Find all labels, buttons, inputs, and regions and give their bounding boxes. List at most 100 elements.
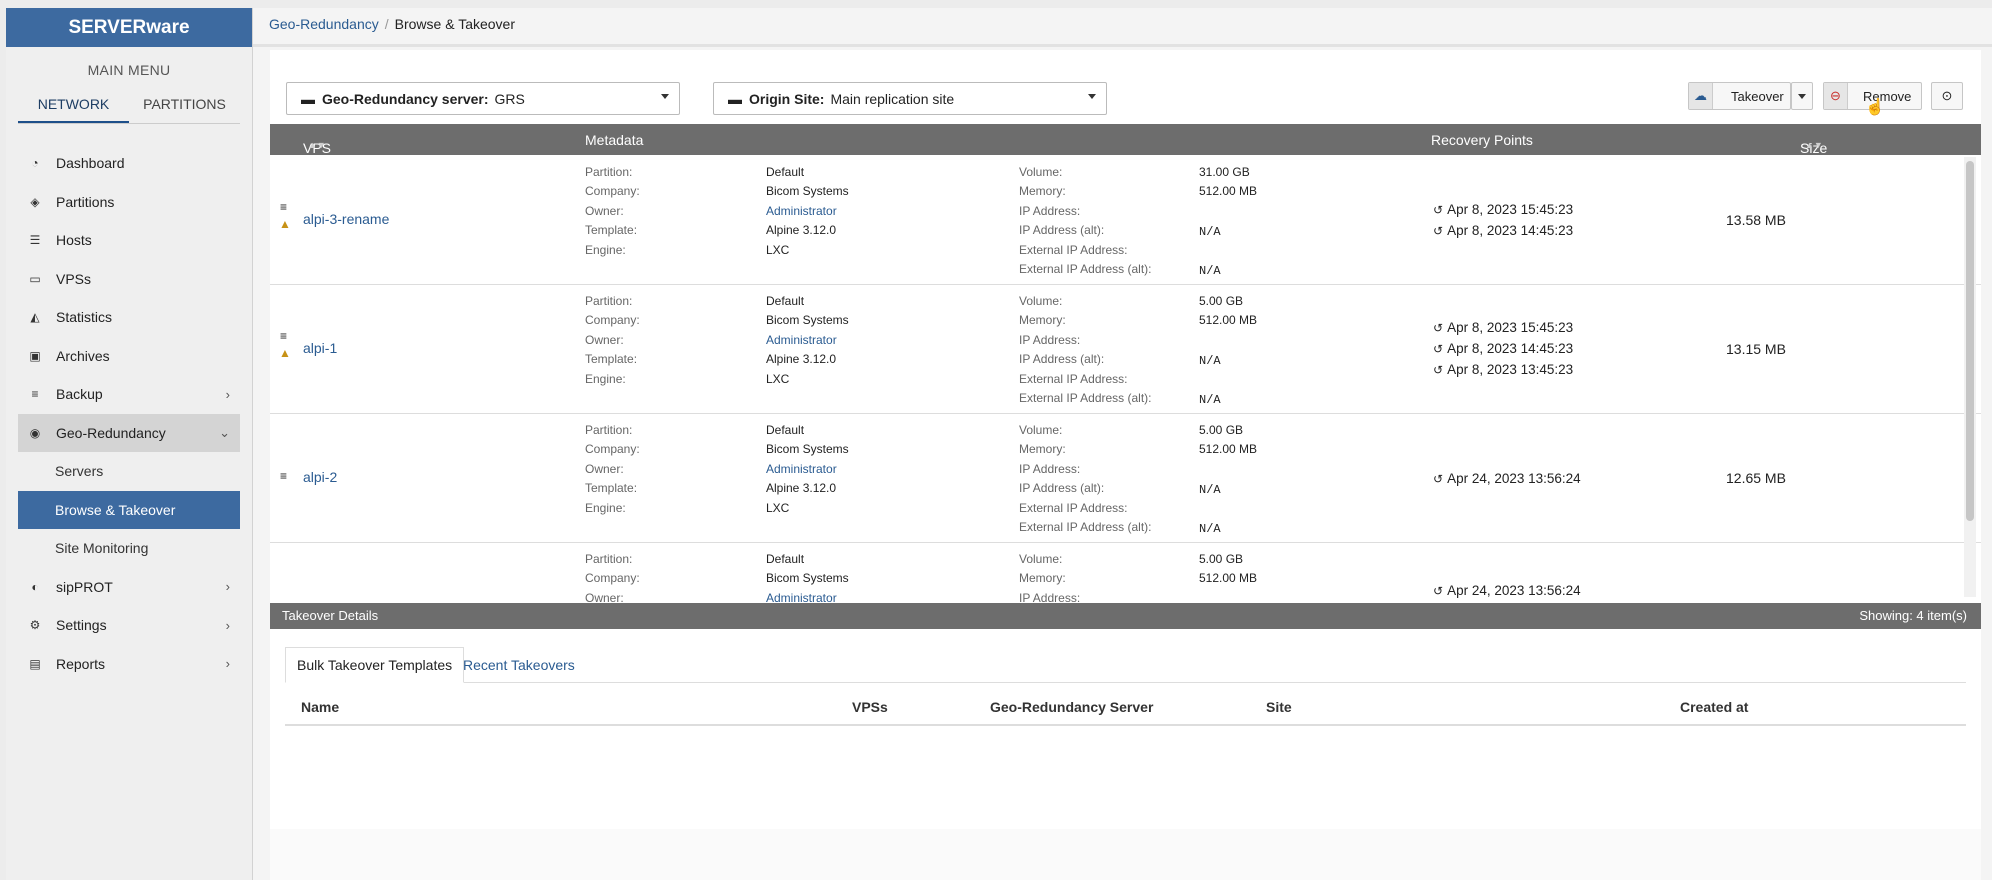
- meta-owner-value[interactable]: Administrator: [766, 589, 837, 602]
- meta-company-value: Bicom Systems: [766, 184, 849, 199]
- sidebar-item-dashboard[interactable]: ◔ Dashboard: [18, 144, 240, 183]
- tab-partitions[interactable]: PARTITIONS: [129, 88, 240, 123]
- tab-recent-takeovers[interactable]: Recent Takeovers: [452, 647, 586, 683]
- sidebar-item-partitions[interactable]: ◈ Partitions: [18, 183, 240, 222]
- nav-tabs: NETWORK PARTITIONS: [18, 88, 240, 124]
- meta-label: Owner:: [585, 332, 624, 347]
- table-row[interactable]: ≡ ▲ alpi-3-rename Partition: Default Company:…: [270, 156, 1981, 285]
- net-label: IP Address (alt):: [1019, 481, 1105, 496]
- table-scrollbar[interactable]: [1964, 157, 1976, 597]
- vps-size: 13.58 MB: [1726, 212, 1786, 228]
- tab-bulk-takeover-templates[interactable]: Bulk Takeover Templates: [285, 647, 465, 683]
- main-content: Geo-Redundancy / Browse & Takeover ▬ Geo…: [253, 8, 1992, 880]
- sidebar-item-geo-redundancy[interactable]: ◉ Geo-Redundancy ⌄: [18, 413, 240, 452]
- table-row[interactable]: ≡ ▲ alpi-1 Partition: Default Company: Bicom S…: [270, 285, 1981, 414]
- vps-name-link[interactable]: alpi-2: [303, 469, 337, 485]
- breadcrumb-current: Browse & Takeover: [394, 16, 515, 32]
- minus-circle-icon: ⊖: [1824, 83, 1848, 109]
- sidebar-item-label: sipPROT: [56, 578, 113, 595]
- sidebar-item-backup[interactable]: ≡ Backup ›: [18, 375, 240, 414]
- meta-company-value: Bicom Systems: [766, 313, 849, 328]
- history-icon: ↺: [1433, 321, 1444, 335]
- sidebar-item-sipprot[interactable]: ◐ sipPROT ›: [18, 568, 240, 607]
- divider: [285, 724, 1966, 726]
- shield-icon: ◐: [31, 579, 39, 594]
- caret-down-icon: [1088, 94, 1096, 99]
- sidebar-item-vpss[interactable]: ▭ VPSs: [18, 260, 240, 299]
- recovery-point[interactable]: ↺ Apr 24, 2023 13:56:24: [1433, 468, 1581, 490]
- sort-icon: ▲▼: [308, 140, 326, 150]
- geo-redundancy-server-select[interactable]: ▬ Geo-Redundancy server: GRS: [286, 82, 680, 115]
- sidebar-item-label: Geo-Redundancy: [56, 424, 166, 441]
- recovery-point[interactable]: ↺ Apr 24, 2023 13:56:24: [1433, 580, 1581, 602]
- history-icon: ↺: [1433, 203, 1444, 217]
- meta-label: Engine:: [585, 371, 626, 386]
- recovery-point[interactable]: ↺ Apr 8, 2023 14:45:23: [1433, 338, 1573, 360]
- tab-network[interactable]: NETWORK: [18, 88, 129, 123]
- net-volume-value: 31.00 GB: [1199, 165, 1250, 179]
- meta-template-value: Alpine 3.12.0: [766, 352, 837, 367]
- net-memory-value: 512.00 MB: [1199, 313, 1258, 328]
- sidebar-subitem-site-monitoring[interactable]: Site Monitoring: [18, 529, 240, 568]
- net-label: IP Address:: [1019, 332, 1081, 347]
- vps-name-link[interactable]: alpi-1: [303, 340, 337, 356]
- net-ip-alt-value: N/A: [1199, 482, 1221, 497]
- meta-label: Partition:: [585, 552, 633, 566]
- recovery-point[interactable]: ↺ Apr 8, 2023 13:45:23: [1433, 359, 1573, 381]
- recovery-point[interactable]: ↺ Apr 8, 2023 15:45:23: [1433, 199, 1573, 221]
- table-row[interactable]: ≡ alpi-2 Partition: Default Company: Bicom Sy…: [270, 414, 1981, 543]
- sidebar-item-archives[interactable]: ▣ Archives: [18, 337, 240, 376]
- sidebar-subitem-servers[interactable]: Servers: [18, 452, 240, 491]
- server-select-value: GRS: [494, 90, 525, 107]
- meta-partition-value: Default: [766, 423, 805, 437]
- brand-logo[interactable]: SERVERware: [6, 8, 252, 47]
- net-label: Memory:: [1019, 184, 1066, 199]
- meta-label: Partition:: [585, 423, 633, 437]
- gears-icon: ⚙: [29, 618, 41, 633]
- meta-label: Company:: [585, 313, 640, 328]
- recovery-point[interactable]: ↺ Apr 8, 2023 14:45:23: [1433, 220, 1573, 242]
- origin-site-select[interactable]: ▬ Origin Site: Main replication site: [713, 82, 1107, 115]
- refresh-button[interactable]: ⊙: [1931, 82, 1963, 110]
- sidebar-item-settings[interactable]: ⚙ Settings ›: [18, 606, 240, 645]
- history-icon: ↺: [1433, 584, 1444, 598]
- main-menu: ◔ Dashboard ◈ Partitions ☰ Hosts ▭ VPSs ◭ Sta…: [6, 144, 252, 683]
- net-label: Volume:: [1019, 294, 1063, 308]
- database-icon: ≡: [280, 469, 288, 483]
- scrollbar-thumb[interactable]: [1966, 161, 1974, 521]
- meta-label: Engine:: [585, 242, 626, 257]
- column-header-recovery-points: Recovery Points: [1431, 132, 1533, 148]
- takeover-dropdown-button[interactable]: [1791, 82, 1813, 110]
- net-label: Memory:: [1019, 313, 1066, 328]
- server-select-label: Geo-Redundancy server:: [322, 90, 489, 107]
- sidebar-item-hosts[interactable]: ☰ Hosts: [18, 221, 240, 260]
- breadcrumb-link-geo-redundancy[interactable]: Geo-Redundancy: [269, 16, 379, 32]
- net-ip-alt-value: N/A: [1199, 224, 1221, 239]
- meta-label: Template:: [585, 481, 638, 496]
- vps-size: 13.15 MB: [1726, 341, 1786, 357]
- meta-label: Owner:: [585, 461, 624, 476]
- column-header-geo-redundancy-server: Geo-Redundancy Server: [990, 699, 1154, 715]
- hosts-icon: ☰: [29, 233, 41, 248]
- meta-owner-value[interactable]: Administrator: [766, 202, 837, 221]
- recovery-point-time: Apr 24, 2023 13:56:24: [1447, 471, 1581, 486]
- panel-footer-area: [270, 829, 1981, 880]
- sidebar-item-label: Reports: [56, 655, 106, 672]
- sidebar-subitem-browse-takeover[interactable]: Browse & Takeover: [18, 490, 240, 529]
- folder-icon: ▬: [301, 90, 315, 107]
- meta-template-value: Alpine 3.12.0: [766, 481, 837, 496]
- table-header: VPS ▲▼ Metadata Recovery Points Size ▲▼: [270, 124, 1981, 156]
- table-row[interactable]: Partition: Default Company: Bicom Systems Ow…: [270, 543, 1981, 602]
- takeover-button[interactable]: ☁ Takeover: [1688, 82, 1791, 110]
- meta-owner-value[interactable]: Administrator: [766, 460, 837, 479]
- sidebar-item-reports[interactable]: ▤ Reports ›: [18, 645, 240, 684]
- net-volume-value: 5.00 GB: [1199, 294, 1244, 308]
- recovery-point[interactable]: ↺ Apr 8, 2023 15:45:23: [1433, 317, 1573, 339]
- meta-owner-value[interactable]: Administrator: [766, 331, 837, 350]
- column-header-site: Site: [1266, 699, 1292, 715]
- breadcrumb-separator: /: [384, 16, 389, 32]
- vps-name-link[interactable]: alpi-3-rename: [303, 211, 389, 227]
- recovery-point-time: Apr 24, 2023 13:56:24: [1447, 583, 1581, 598]
- meta-label: Partition:: [585, 165, 633, 179]
- sidebar-item-statistics[interactable]: ◭ Statistics: [18, 298, 240, 337]
